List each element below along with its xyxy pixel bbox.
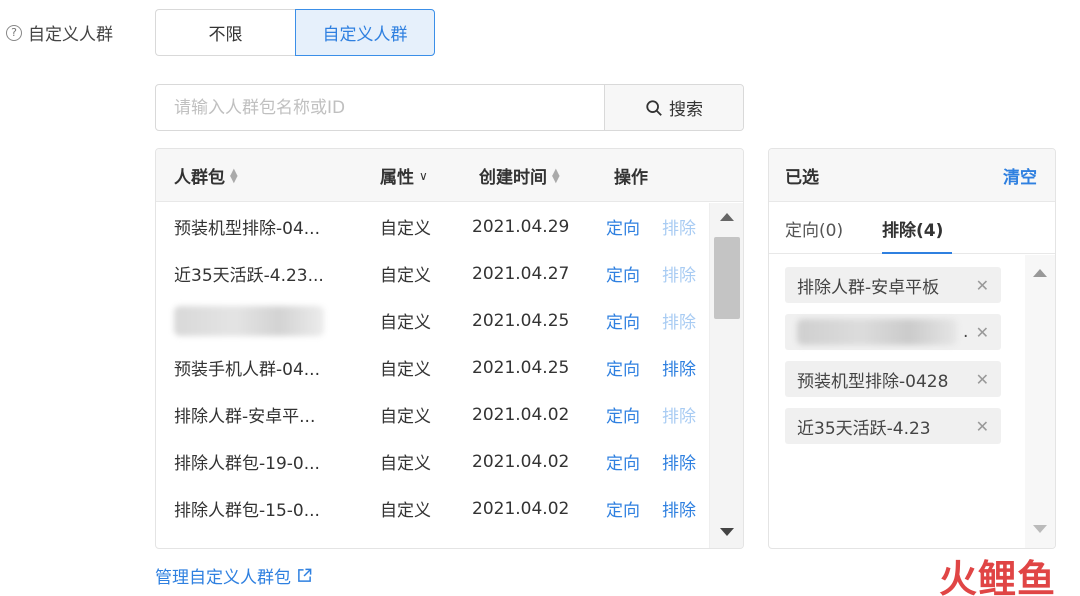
search-button[interactable]: 搜索 <box>604 85 743 130</box>
selected-panel-header: 已选 清空 <box>769 149 1055 202</box>
scroll-down-icon[interactable] <box>1033 525 1047 533</box>
row-attr-cell: 自定义 <box>380 219 431 239</box>
manage-custom-audience-link[interactable]: 管理自定义人群包 <box>155 563 312 588</box>
selected-title: 已选 <box>785 167 819 188</box>
row-name-cell: 排除人群-安卓平... <box>174 407 316 427</box>
scroll-up-icon[interactable] <box>720 213 734 221</box>
segment-custom-audience-button[interactable]: 自定义人群 <box>295 9 435 56</box>
exclude-action-link: 排除 <box>662 219 696 239</box>
table-row: 自定义 2021.04.25 定向 排除 <box>156 297 708 344</box>
scroll-up-icon[interactable] <box>1033 269 1047 277</box>
chevron-down-icon: ∨ <box>419 168 428 183</box>
close-icon[interactable]: ✕ <box>976 417 989 436</box>
target-action-link[interactable]: 定向 <box>606 203 640 250</box>
column-header-name[interactable]: 人群包 ▲ ▼ <box>174 149 238 202</box>
search-icon <box>646 99 662 116</box>
exclude-action-link[interactable]: 排除 <box>662 438 696 485</box>
row-name-cell: 预装机型排除-04... <box>174 219 320 239</box>
table-row: 排除人群包-19-0... 自定义 2021.04.02 定向 排除 <box>156 438 708 485</box>
scroll-down-icon[interactable] <box>720 528 734 536</box>
selected-tabs: 定向(0) 排除(4) <box>769 202 1055 254</box>
sort-icon: ▲ ▼ <box>552 166 560 185</box>
search-button-label: 搜索 <box>669 100 703 120</box>
table-scrollbar[interactable] <box>709 203 743 548</box>
row-date-cell: 2021.04.29 <box>472 216 570 237</box>
row-date-cell: 2021.04.02 <box>472 498 570 519</box>
selected-scrollbar[interactable] <box>1025 255 1055 548</box>
exclude-action-link[interactable]: 排除 <box>662 344 696 391</box>
row-name-cell: 预装手机人群-04... <box>174 360 320 380</box>
segment-unlimited-button[interactable]: 不限 <box>155 9 295 56</box>
audience-table: 人群包 ▲ ▼ 属性 ∨ 创建时间 ▲ ▼ 操作 预装机型排除-04... 自定义 20… <box>155 148 744 549</box>
redacted-name <box>174 305 324 336</box>
selected-panel: 已选 清空 定向(0) 排除(4) 排除人群-安卓平板 ✕. ✕ 预装机型排除-042… <box>768 148 1056 549</box>
row-attr-cell: 自定义 <box>380 266 431 286</box>
field-label-text: 自定义人群 <box>28 25 113 45</box>
field-label: ? 自定义人群 <box>6 20 113 45</box>
exclude-action-link: 排除 <box>662 266 696 286</box>
scrollbar-thumb[interactable] <box>714 237 740 319</box>
column-header-date[interactable]: 创建时间 ▲ ▼ <box>479 149 560 202</box>
row-attr-cell: 自定义 <box>380 407 431 427</box>
table-row: 近35天活跃-4.23... 自定义 2021.04.27 定向 排除 <box>156 250 708 297</box>
table-row: 排除人群包-15-0... 自定义 2021.04.02 定向 排除 <box>156 485 708 532</box>
row-attr-cell: 自定义 <box>380 501 431 521</box>
help-icon[interactable]: ? <box>6 24 22 41</box>
target-action-link[interactable]: 定向 <box>606 297 640 344</box>
table-row: 预装机型排除-04... 自定义 2021.04.29 定向 排除 <box>156 203 708 250</box>
tag-label: 近35天活跃-4.23 <box>797 418 931 439</box>
table-header: 人群包 ▲ ▼ 属性 ∨ 创建时间 ▲ ▼ 操作 <box>156 149 743 202</box>
selected-tag: 排除人群-安卓平板 ✕ <box>785 267 1001 303</box>
close-icon[interactable]: ✕ <box>976 323 989 342</box>
target-action-link[interactable]: 定向 <box>606 391 640 438</box>
target-action-link[interactable]: 定向 <box>606 485 640 532</box>
row-date-cell: 2021.04.02 <box>472 451 570 472</box>
row-date-cell: 2021.04.25 <box>472 310 570 331</box>
selected-tag: 近35天活跃-4.23 ✕ <box>785 408 1001 444</box>
redacted-tag-label <box>797 319 957 345</box>
exclude-action-link[interactable]: 排除 <box>662 485 696 532</box>
close-icon[interactable]: ✕ <box>976 370 989 389</box>
clear-button[interactable]: 清空 <box>1003 163 1037 188</box>
tab-exclude[interactable]: 排除(4) <box>882 202 943 254</box>
target-action-link[interactable]: 定向 <box>606 250 640 297</box>
search-bar: 搜索 <box>155 84 744 131</box>
row-date-cell: 2021.04.25 <box>472 357 570 378</box>
tag-label: 预装机型排除-0428 <box>797 371 949 392</box>
audience-segment-control: 不限 自定义人群 <box>155 9 435 56</box>
table-row: 预装手机人群-04... 自定义 2021.04.25 定向 排除 <box>156 344 708 391</box>
selected-tag: . ✕ <box>785 314 1001 350</box>
row-date-cell: 2021.04.27 <box>472 263 570 284</box>
table-row: 排除人群-安卓平... 自定义 2021.04.02 定向 排除 <box>156 391 708 438</box>
search-input[interactable] <box>156 85 604 130</box>
tag-label: 排除人群-安卓平板 <box>797 277 940 298</box>
row-attr-cell: 自定义 <box>380 454 431 474</box>
close-icon[interactable]: ✕ <box>976 276 989 295</box>
target-action-link[interactable]: 定向 <box>606 438 640 485</box>
tab-targeting[interactable]: 定向(0) <box>785 202 843 254</box>
exclude-action-link: 排除 <box>662 313 696 333</box>
row-name-cell: 近35天活跃-4.23... <box>174 266 324 286</box>
target-action-link[interactable]: 定向 <box>606 344 640 391</box>
row-attr-cell: 自定义 <box>380 360 431 380</box>
row-attr-cell: 自定义 <box>380 313 431 333</box>
row-name-cell: 排除人群包-19-0... <box>174 454 320 474</box>
exclude-action-link: 排除 <box>662 407 696 427</box>
column-header-action: 操作 <box>614 168 648 188</box>
selected-tag: 预装机型排除-0428 ✕ <box>785 361 1001 397</box>
external-link-icon <box>298 568 312 582</box>
row-date-cell: 2021.04.02 <box>472 404 570 425</box>
sort-icon: ▲ ▼ <box>230 166 238 185</box>
row-name-cell <box>174 297 364 344</box>
column-header-attr[interactable]: 属性 ∨ <box>380 149 428 202</box>
active-tab-indicator <box>882 252 952 254</box>
row-name-cell: 排除人群包-15-0... <box>174 501 320 521</box>
watermark-logo: 火鲤鱼 <box>938 557 1056 596</box>
